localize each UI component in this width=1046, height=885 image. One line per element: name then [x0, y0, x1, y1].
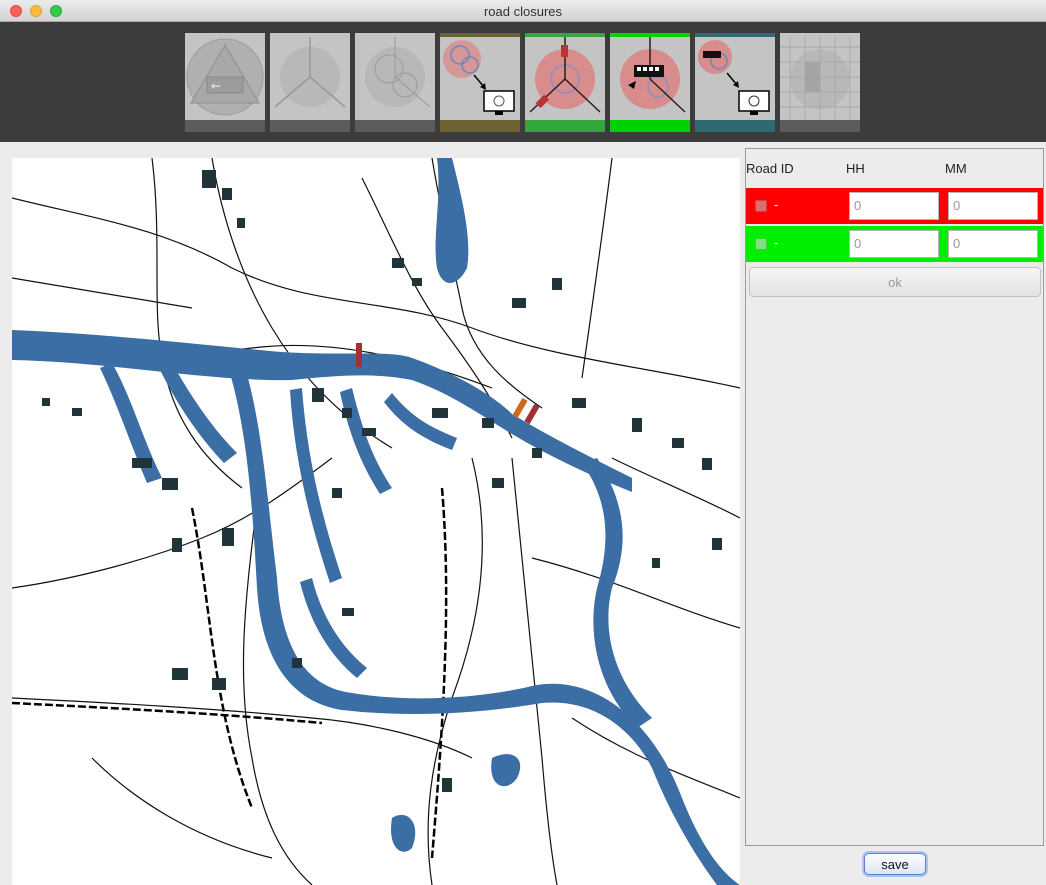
- tool-status-bar: [440, 120, 520, 132]
- tool-evacuation-exit[interactable]: ←: [185, 33, 265, 132]
- ok-button[interactable]: ok: [749, 267, 1041, 297]
- circles-to-monitor-icon: [443, 40, 515, 115]
- closure-row[interactable]: - 0 0: [746, 188, 1043, 224]
- tool-status-bar: [780, 120, 860, 132]
- tool-status-bar: [270, 120, 350, 132]
- tool-road-closures[interactable]: [525, 33, 605, 132]
- tool-grid-analysis[interactable]: [780, 33, 860, 132]
- closed-roads-icon: [529, 37, 601, 113]
- circles-icon: [365, 37, 431, 108]
- grid-icon: [780, 37, 860, 122]
- column-header-road-id: Road ID: [746, 161, 794, 176]
- tool-bus-to-monitor[interactable]: [695, 33, 775, 132]
- tool-bus-routing[interactable]: [610, 33, 690, 132]
- tool-status-bar: [610, 120, 690, 132]
- tool-status-bar: [355, 120, 435, 132]
- river-elbe: [12, 158, 740, 885]
- road-id-value: -: [774, 197, 779, 212]
- tool-circle-overlap[interactable]: [355, 33, 435, 132]
- column-header-hh: HH: [846, 161, 865, 176]
- three-roads-icon: [274, 37, 346, 108]
- save-button[interactable]: save: [864, 853, 926, 875]
- svg-text:←: ←: [211, 79, 221, 93]
- tool-strip: ←: [0, 22, 1046, 142]
- row-color-swatch[interactable]: [755, 200, 767, 212]
- tool-status-bar: [185, 120, 265, 132]
- minutes-input[interactable]: 0: [948, 230, 1038, 258]
- tool-status-bar: [525, 120, 605, 132]
- tool-status-bar: [695, 120, 775, 132]
- bus-to-monitor-icon: [698, 40, 770, 115]
- bus-icon: [620, 37, 686, 113]
- road-id-value: -: [774, 235, 779, 250]
- window-title: road closures: [483, 4, 563, 19]
- closure-marker[interactable]: [356, 343, 362, 367]
- title-bar: road closures: [0, 0, 1046, 22]
- closure-panel: Road ID HH MM - 0 0 - 0 0 ok: [745, 148, 1044, 846]
- road-network: [12, 158, 740, 885]
- closure-marker[interactable]: [512, 397, 528, 419]
- tool-circles-to-monitor[interactable]: [440, 33, 520, 132]
- closure-marker[interactable]: [524, 403, 540, 425]
- tool-road-network[interactable]: [270, 33, 350, 132]
- emergency-exit-icon: ←: [186, 38, 264, 116]
- city-map[interactable]: [12, 158, 740, 885]
- row-color-swatch[interactable]: [755, 238, 767, 250]
- hours-input[interactable]: 0: [849, 192, 939, 220]
- closure-row[interactable]: - 0 0: [746, 226, 1043, 262]
- hours-input[interactable]: 0: [849, 230, 939, 258]
- minutes-input[interactable]: 0: [948, 192, 1038, 220]
- column-header-mm: MM: [945, 161, 967, 176]
